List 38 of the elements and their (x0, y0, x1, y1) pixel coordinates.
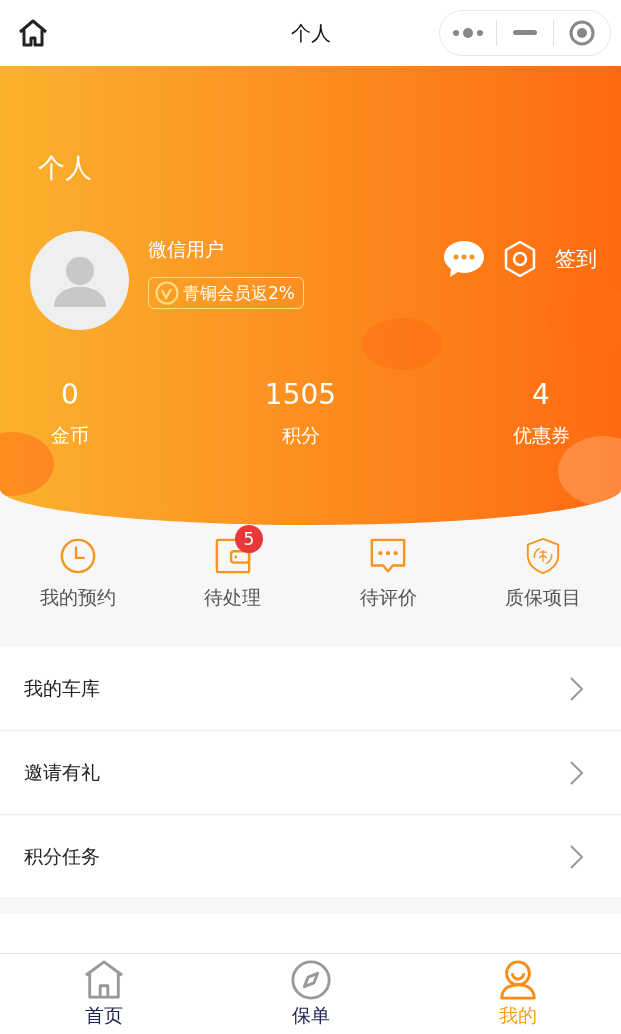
stat-value: 1505 (264, 378, 337, 411)
chevron-right-icon (569, 675, 585, 702)
close-icon[interactable] (569, 20, 595, 46)
stat-value: 4 (532, 378, 550, 411)
stat-value: 0 (61, 378, 79, 411)
tab[interactable]: 保单 (207, 954, 414, 1034)
menu-label: 我的车库 (24, 675, 100, 701)
shortcut-button[interactable]: 质保项目 (465, 525, 621, 611)
page-title: 个人 (290, 19, 331, 47)
menu-row[interactable]: 积分任务 (0, 815, 621, 899)
person-silhouette-icon (53, 254, 106, 307)
chat-icon[interactable] (443, 239, 485, 279)
stat-label: 积分 (281, 423, 320, 448)
shortcut-button[interactable]: 5 待处理 (155, 525, 311, 611)
v-badge-icon (155, 281, 179, 305)
hexagon-icon[interactable] (503, 240, 537, 278)
chevron-right-icon (569, 759, 585, 786)
clock-icon (58, 537, 97, 575)
stat-label: 金币 (51, 423, 89, 448)
shortcut-button[interactable]: 待评价 (310, 525, 466, 611)
menu-row[interactable]: 我的车库 (0, 647, 621, 731)
chevron-right-icon (569, 843, 585, 870)
menu-label: 邀请有礼 (24, 759, 100, 785)
menu-label: 积分任务 (24, 843, 100, 869)
minimize-icon[interactable] (513, 30, 537, 36)
user-name: 微信用户 (148, 237, 225, 262)
more-icon[interactable] (452, 27, 484, 39)
tab[interactable]: 首页 (0, 954, 207, 1034)
member-level: 青铜会员返2% (183, 281, 295, 305)
count-badge: 5 (234, 525, 263, 553)
home-icon[interactable] (17, 17, 49, 49)
header-title: 个人 (38, 151, 92, 185)
menu-row[interactable]: 邀请有礼 (0, 731, 621, 815)
compass-icon (289, 959, 332, 1001)
shortcut-button[interactable]: 我的预约 (0, 525, 156, 611)
stat-label: 优惠券 (512, 423, 570, 448)
comment-icon (369, 537, 408, 575)
home-icon (82, 959, 125, 1001)
